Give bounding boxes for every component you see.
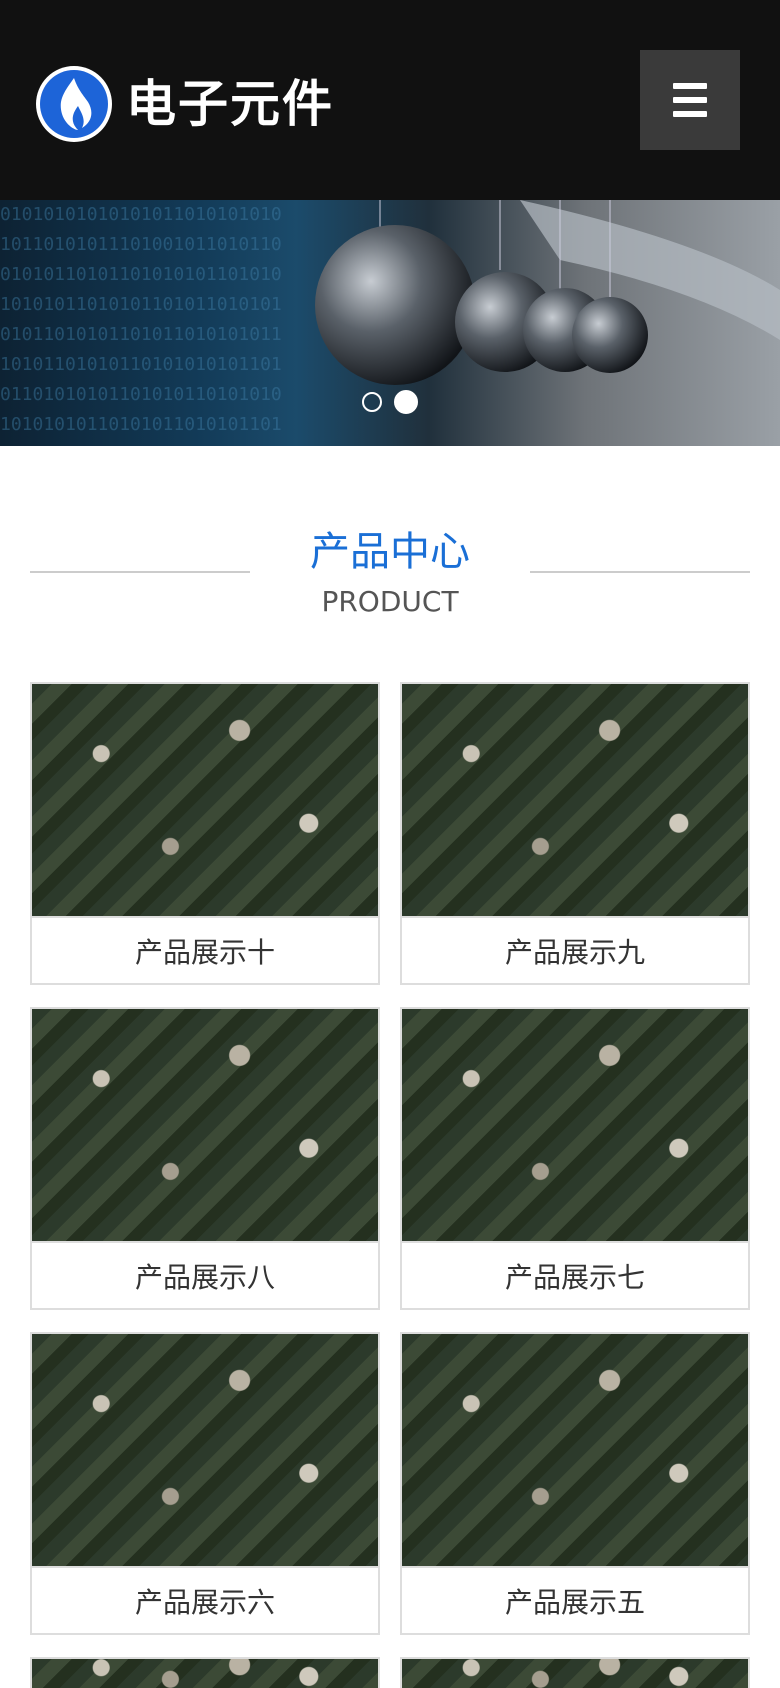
svg-text:10101011010101101011010101: 10101011010101101011010101 [0,294,282,315]
product-title[interactable]: 产品展示九 [402,916,748,983]
svg-text:10110101011101001011010110: 10110101011101001011010110 [0,234,282,255]
product-image[interactable] [402,1659,748,1688]
product-title[interactable]: 产品展示五 [402,1566,748,1633]
svg-text:01011010101101011010101011: 01011010101101011010101011 [0,324,282,345]
product-card[interactable]: 产品展示五 [400,1332,750,1635]
product-title[interactable]: 产品展示六 [32,1566,378,1633]
product-image[interactable] [32,1334,378,1566]
product-card[interactable]: 产品展示八 [30,1007,380,1310]
svg-text:01101010101101010110101010: 01101010101101010110101010 [0,384,282,405]
site-header: 电子元件 [0,0,780,200]
svg-text:10101101010110101010101101: 10101101010110101010101101 [0,354,282,375]
product-card[interactable]: 产品展示十 [30,682,380,985]
product-image[interactable] [32,1009,378,1241]
product-card[interactable]: 产品展示九 [400,682,750,985]
product-card[interactable]: 产品展示七 [400,1007,750,1310]
section-subtitle: PRODUCT [321,585,459,618]
slide-dot-1[interactable] [362,392,382,412]
product-card[interactable]: 产品展示六 [30,1332,380,1635]
flame-logo-icon [36,66,112,142]
product-title[interactable]: 产品展示八 [32,1241,378,1308]
product-image[interactable] [402,1334,748,1566]
section-title[interactable]: 产品中心 [0,528,780,576]
slide-dot-2-active[interactable] [394,390,418,414]
banner-slider[interactable]: 01010101010101011010101010 1011010101110… [0,200,780,446]
product-image[interactable] [32,684,378,916]
product-title[interactable]: 产品展示十 [32,916,378,983]
product-section-header: 产品中心 PRODUCT [0,520,780,620]
product-image[interactable] [32,1659,378,1688]
site-logo[interactable]: 电子元件 [34,64,334,144]
hamburger-menu-icon [673,83,707,89]
product-card-partial[interactable] [400,1657,750,1688]
slider-dots [362,390,430,414]
product-card-partial[interactable] [30,1657,380,1688]
brand-name: 电子元件 [126,75,334,133]
svg-text:01010101010101011010101010: 01010101010101011010101010 [0,204,282,225]
product-title[interactable]: 产品展示七 [402,1241,748,1308]
product-image[interactable] [402,684,748,916]
svg-text:10101010110101011010101101: 10101010110101011010101101 [0,414,282,435]
menu-button[interactable] [640,50,740,150]
product-image[interactable] [402,1009,748,1241]
svg-text:01010110101101010101101010: 01010110101101010101101010 [0,264,282,285]
